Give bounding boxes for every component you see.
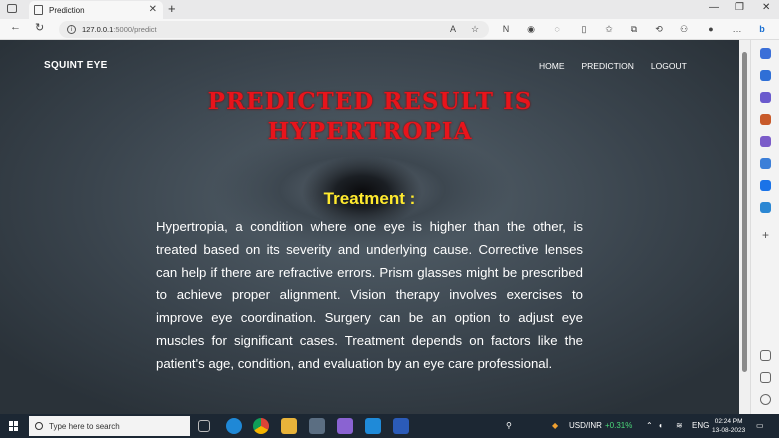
extension-icon[interactable]: ◉ (525, 23, 537, 35)
clock-date: 13-08-2023 (712, 427, 746, 434)
site-brand[interactable]: SQUINT EYE (44, 60, 108, 71)
result-title-line1: PREDICTED RESULT IS (207, 88, 533, 115)
microsoft-365-icon[interactable] (760, 158, 771, 169)
minimize-icon[interactable]: — (709, 2, 719, 13)
close-tab-icon[interactable]: ✕ (149, 4, 157, 15)
windows-taskbar: Type here to search ⚲ ◆ USD/INR +0.31% ⌃… (0, 414, 779, 438)
language-indicator[interactable]: ENG (692, 421, 709, 430)
games-icon[interactable] (760, 136, 771, 147)
more-menu-icon[interactable]: … (731, 23, 743, 35)
word-icon[interactable] (393, 418, 409, 434)
clock-time: 02:24 PM (714, 418, 743, 425)
ticker-change: +0.31% (605, 421, 633, 430)
refresh-icon[interactable]: ↻ (35, 21, 44, 34)
visual-studio-icon[interactable] (337, 418, 353, 434)
settings-gear-icon[interactable] (760, 394, 771, 405)
vscode-icon[interactable] (365, 418, 381, 434)
tab-actions-icon[interactable] (7, 4, 17, 13)
split-screen-icon[interactable]: ▯ (578, 23, 590, 35)
terminal-icon[interactable] (309, 418, 325, 434)
tools-icon[interactable] (760, 114, 771, 125)
restore-icon[interactable]: ❐ (735, 2, 744, 13)
volume-icon[interactable]: ◖ (658, 421, 663, 430)
task-view-icon[interactable] (198, 420, 210, 432)
browser-tab-strip: Prediction ✕ + — ❐ ✕ (0, 0, 779, 19)
scrollbar-thumb[interactable] (742, 52, 747, 372)
profile-avatar-icon[interactable]: ● (705, 23, 717, 35)
network-icon[interactable]: ≋ (676, 421, 683, 430)
chevron-up-icon[interactable]: ⌃ (646, 421, 653, 430)
taskbar-search-input[interactable]: Type here to search (29, 416, 190, 436)
url-host: 127.0.0.1 (82, 25, 114, 34)
prediction-result-title: PREDICTED RESULT IS HYPERTROPIA (150, 87, 590, 147)
page-scrollbar[interactable] (739, 40, 750, 414)
history-icon[interactable]: ⟲ (653, 23, 665, 35)
page-icon (34, 5, 43, 15)
extension-icon[interactable]: N (500, 23, 512, 35)
people-icon[interactable]: ⚲ (506, 421, 512, 430)
site-nav: HOME PREDICTION LOGOUT (539, 61, 704, 71)
taskbar-search-placeholder: Type here to search (49, 421, 120, 431)
performance-icon[interactable]: ⚇ (678, 23, 690, 35)
chrome-icon[interactable] (253, 418, 269, 434)
tab-title: Prediction (49, 5, 85, 15)
add-icon[interactable]: + (760, 229, 771, 241)
ticker-symbol[interactable]: USD/INR (569, 421, 602, 430)
windows-start-icon[interactable] (9, 421, 19, 431)
browser-tab[interactable]: Prediction ✕ (29, 1, 163, 19)
outlook-icon[interactable] (760, 180, 771, 191)
taskbar-clock[interactable]: 02:24 PM 13-08-2023 (712, 417, 745, 435)
read-aloud-icon[interactable]: A (447, 23, 459, 35)
shopping-icon[interactable] (760, 92, 771, 103)
url-input[interactable]: i 127.0.0.1:5000/predict (59, 21, 489, 38)
drop-icon[interactable] (760, 202, 771, 213)
favorite-star-icon[interactable]: ☆ (469, 23, 481, 35)
extension-icon[interactable]: ◌ (551, 23, 563, 35)
treatment-description: Hypertropia, a condition where one eye i… (156, 219, 583, 371)
external-link-icon[interactable] (760, 372, 771, 383)
sidebar-layout-icon[interactable] (760, 350, 771, 361)
search-icon[interactable] (760, 70, 771, 81)
url-path: :5000/predict (113, 25, 157, 34)
address-bar-row: ← ↻ i 127.0.0.1:5000/predict A ☆ N ◉ ◌ ▯… (0, 19, 779, 40)
notification-center-icon[interactable]: ▭ (756, 421, 764, 430)
folder-icon[interactable] (281, 418, 297, 434)
nav-prediction[interactable]: PREDICTION (582, 61, 634, 71)
stocks-widget-icon[interactable]: ◆ (552, 421, 558, 430)
back-icon[interactable]: ← (10, 21, 21, 33)
page-viewport: SQUINT EYE HOME PREDICTION LOGOUT PREDIC… (0, 40, 739, 414)
treatment-heading: Treatment : (323, 189, 416, 208)
edge-icon[interactable] (226, 418, 242, 434)
result-title-line2: HYPERTROPIA (267, 118, 473, 145)
favorites-icon[interactable]: ✩ (603, 23, 615, 35)
nav-home[interactable]: HOME (539, 61, 565, 71)
close-window-icon[interactable]: ✕ (762, 2, 770, 13)
collections-icon[interactable]: ⧉ (628, 23, 640, 35)
notifications-icon[interactable] (760, 48, 771, 59)
new-tab-icon[interactable]: + (168, 1, 176, 16)
bing-copilot-icon[interactable]: b (756, 23, 768, 35)
edge-sidebar: + (750, 40, 779, 414)
site-info-icon[interactable]: i (67, 25, 76, 34)
search-icon (35, 422, 43, 430)
nav-logout[interactable]: LOGOUT (651, 61, 687, 71)
